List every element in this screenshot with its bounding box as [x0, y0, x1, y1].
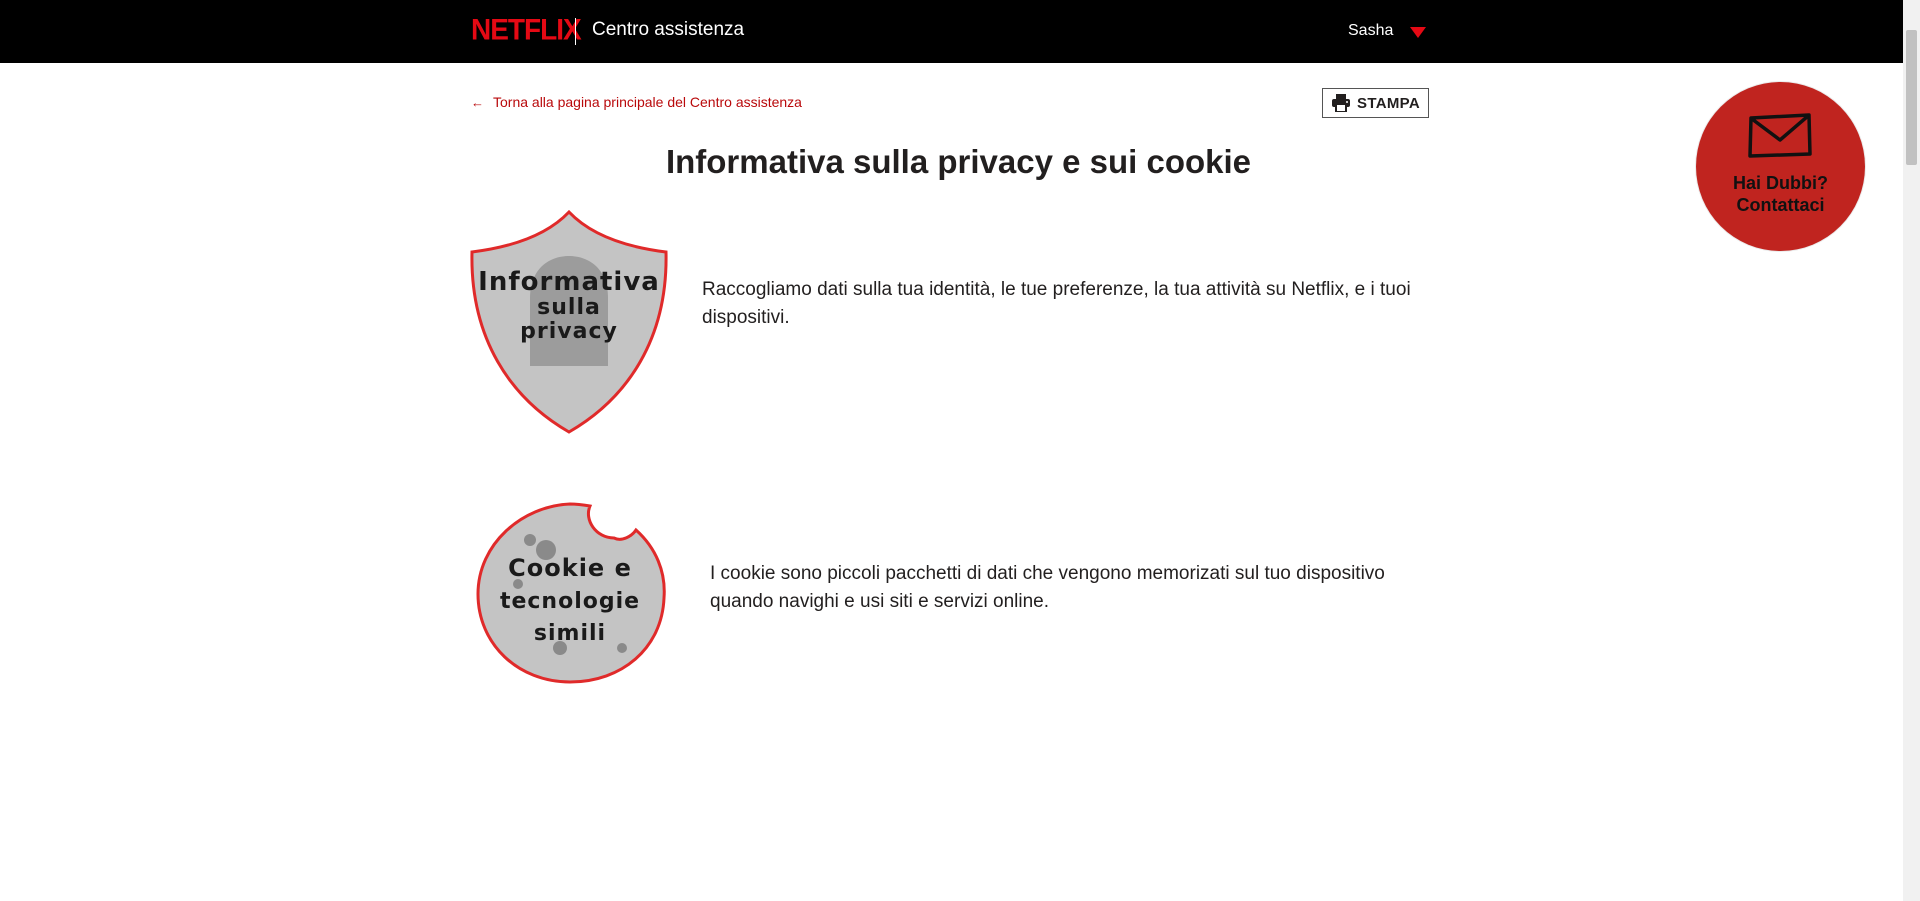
badge-1-line-2: sulla — [537, 295, 601, 320]
back-to-help-link[interactable]: ← Torna alla pagina principale del Centr… — [471, 94, 802, 110]
privacy-description: Raccogliamo dati sulla tua identità, le … — [702, 279, 1411, 328]
svg-text:Cookie e: Cookie e — [508, 554, 632, 582]
scrollbar-thumb[interactable] — [1906, 30, 1917, 165]
printer-icon — [1332, 94, 1351, 112]
caret-down-icon[interactable] — [1410, 27, 1426, 38]
svg-text:simili: simili — [534, 621, 606, 646]
cookie-description: I cookie sono piccoli pacchetti di dati … — [710, 563, 1385, 612]
header-bar: NETFLIX Centro assistenza Sasha — [0, 0, 1903, 63]
contact-line-1: Hai Dubbi? — [1733, 173, 1828, 193]
print-button[interactable]: STAMPA — [1322, 88, 1429, 118]
privacy-shield-icon: Informativa sulla privacy — [470, 209, 668, 434]
cookie-icon: Cookie e tecnologie simili — [476, 502, 666, 684]
contact-line-2: Contattaci — [1736, 195, 1825, 215]
svg-text:sulla: sulla — [537, 295, 601, 320]
help-center-title[interactable]: Centro assistenza — [592, 19, 744, 41]
svg-text:privacy: privacy — [520, 319, 618, 344]
svg-text:Informativa: Informativa — [478, 267, 660, 297]
contact-us-button[interactable]: Hai Dubbi? Contattaci — [1696, 82, 1865, 251]
back-link-label: Torna alla pagina principale del Centro … — [493, 94, 802, 110]
header-divider — [575, 18, 576, 45]
page-scrollbar[interactable] — [1903, 0, 1920, 901]
arrow-left-icon: ← — [471, 94, 484, 110]
page-title: Informativa sulla privacy e sui cookie — [665, 143, 1252, 180]
badge-1-line-3: privacy — [520, 319, 618, 344]
badge-2-line-1: Cookie e — [508, 554, 632, 582]
print-label: STAMPA — [1357, 94, 1420, 112]
envelope-icon — [1748, 113, 1812, 158]
badge-2-line-2: tecnologie — [500, 589, 640, 614]
badge-2-line-3: simili — [534, 621, 606, 646]
netflix-logo[interactable]: NETFLIX — [471, 13, 582, 47]
badge-1-line-1: Informativa — [478, 267, 660, 297]
user-name[interactable]: Sasha — [1348, 22, 1393, 40]
svg-text:tecnologie: tecnologie — [500, 589, 640, 614]
